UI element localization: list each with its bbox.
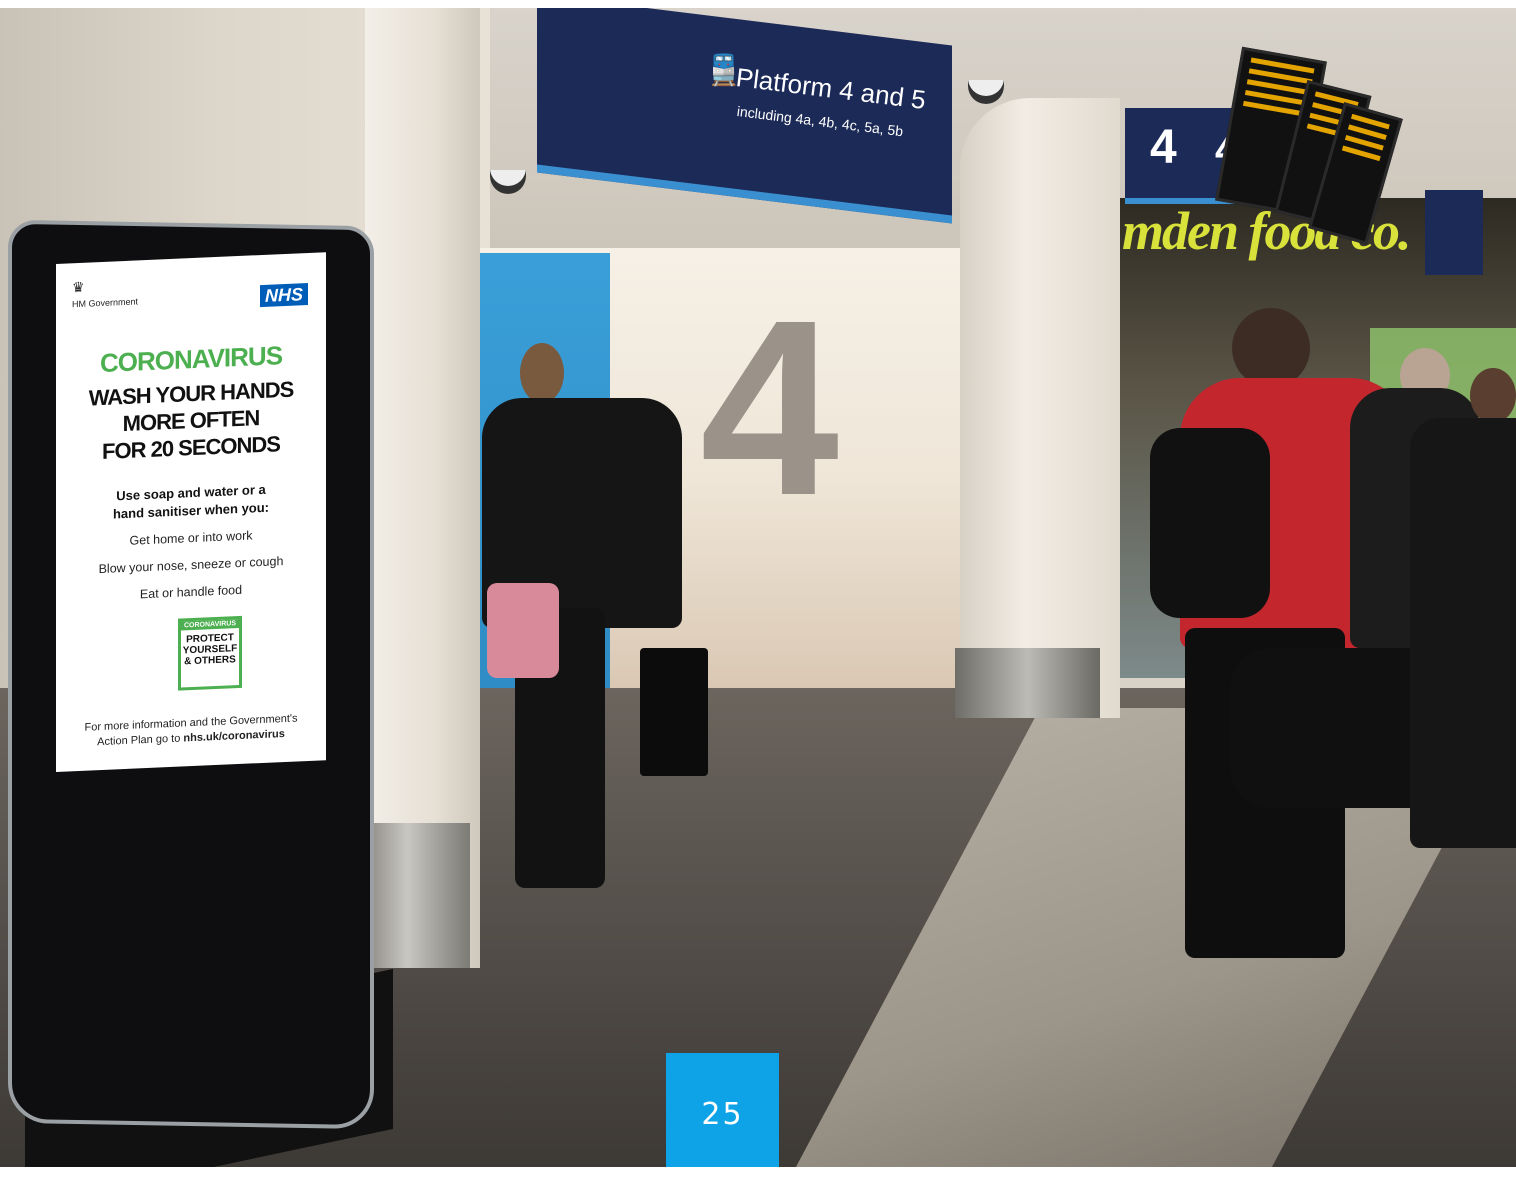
platform-number: 4 [1150,121,1177,174]
direction-sign [1425,190,1483,275]
screen-title: CORONAVIRUS [99,340,283,379]
crest-icon: ♛ [72,278,85,296]
footer-link: nhs.uk/coronavirus [183,728,285,745]
protect-badge-top: CORONAVIRUS [181,619,239,631]
left-pillar-base [365,823,470,968]
gov-label: HM Government [72,296,139,310]
right-pillar [960,98,1120,718]
footer-line-2: Action Plan go to [97,732,184,749]
black-bag [640,648,708,776]
screen-footer: For more information and the Government'… [56,710,326,752]
list-item: Eat or handle food [139,582,243,602]
backpack [1150,428,1270,618]
kiosk-screen: ♛ HM Government NHS CORONAVIRUS WASH YOU… [56,252,326,772]
page-number-badge: 25 [666,1053,779,1167]
pink-handbag [487,583,559,678]
nhs-logo: NHS [259,282,308,308]
protect-badge-line: & OTHERS [184,654,236,668]
right-pillar-base [955,648,1100,718]
protect-badge: CORONAVIRUS PROTECT YOURSELF & OTHERS [178,615,242,691]
list-item: Blow your nose, sneeze or cough [98,554,284,577]
list-item: Get home or into work [129,528,253,548]
wall-platform-number: 4 [700,268,840,547]
station-photo: 4 mden food co. 🚆 Platform 4 and 5 inclu… [0,8,1516,1167]
